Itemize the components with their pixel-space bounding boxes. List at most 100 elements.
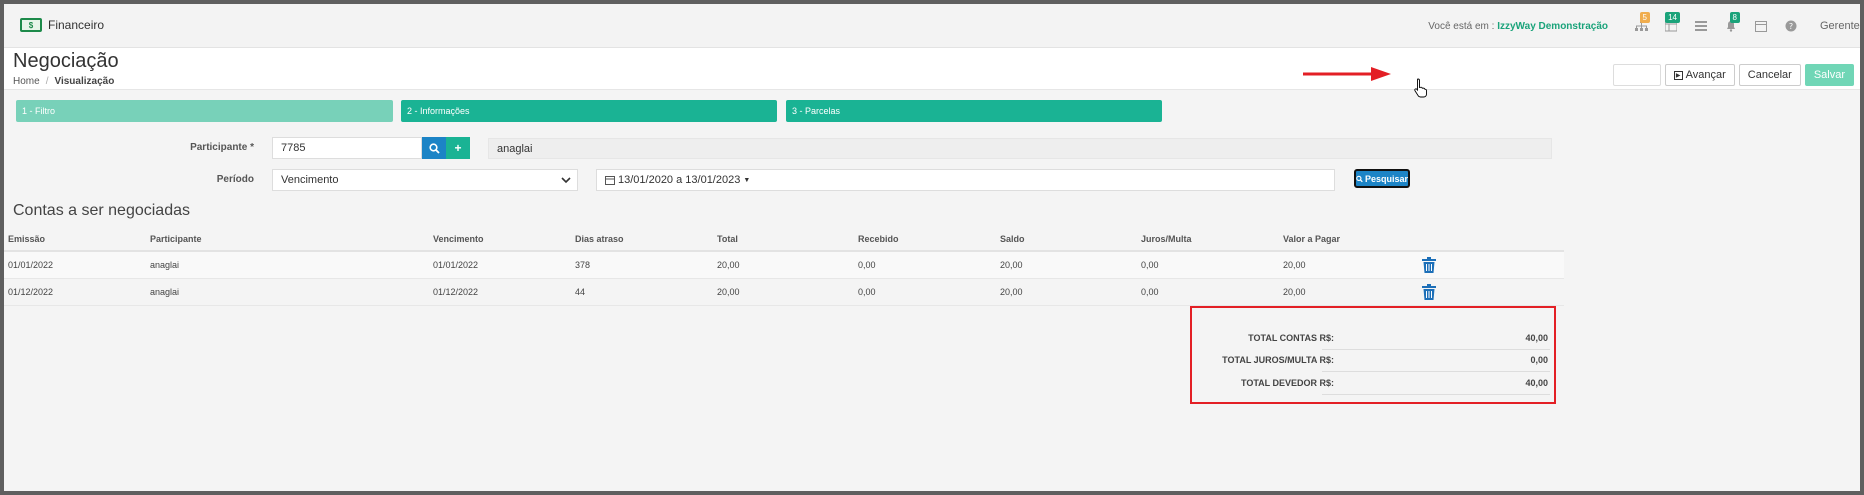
pesquisar-label: Pesquisar [1364, 173, 1408, 184]
play-icon: ▶ [1673, 70, 1683, 80]
cell-vencimento: 01/12/2022 [433, 287, 479, 297]
page-actions: ▶ Avançar Cancelar Salvar [1612, 64, 1854, 86]
page-title: Negociação [13, 50, 119, 72]
back-button[interactable] [1612, 64, 1661, 86]
company-name[interactable]: IzzyWay Demonstração [1497, 21, 1608, 32]
app-name: Financeiro [48, 18, 105, 32]
table-row: 01/12/2022 anaglai 01/12/2022 44 20,00 0… [4, 279, 1564, 306]
total-devedor-value: 40,00 [1525, 378, 1548, 388]
save-button[interactable]: Salvar [1804, 64, 1854, 86]
list-icon[interactable] [1686, 4, 1716, 48]
search-icon [428, 142, 440, 154]
advance-button[interactable]: ▶ Avançar [1664, 64, 1735, 86]
breadcrumb-separator: / [45, 76, 49, 87]
annotation-arrow-icon [1303, 67, 1391, 81]
cell-total: 20,00 [717, 287, 740, 297]
cell-saldo: 20,00 [1000, 260, 1023, 270]
column-header[interactable]: Total [717, 228, 738, 250]
column-header[interactable]: Saldo [1000, 228, 1025, 250]
total-contas-row: TOTAL CONTAS R$: 40,00 [1192, 328, 1554, 350]
org-badge: 5 [1639, 12, 1650, 23]
period-select[interactable]: Vencimento [272, 169, 578, 191]
cell-valor-a-pagar: 20,00 [1283, 260, 1306, 270]
column-header[interactable]: Emissão [8, 228, 45, 250]
step-informacoes[interactable]: 2 - Informações [401, 100, 777, 122]
cell-vencimento: 01/01/2022 [433, 260, 479, 270]
calendar-icon [605, 176, 615, 185]
breadcrumb: Home / Visualização [13, 76, 114, 87]
step-filtro[interactable]: 1 - Filtro [16, 100, 393, 122]
total-juros-value: 0,00 [1530, 355, 1548, 365]
cell-recebido: 0,00 [858, 260, 876, 270]
breadcrumb-current: Visualização [54, 76, 115, 87]
accounts-table: Emissão Participante Vencimento Dias atr… [4, 228, 1564, 306]
period-select-value: Vencimento [281, 174, 339, 186]
pesquisar-button[interactable]: Pesquisar [1354, 169, 1410, 188]
divider [1322, 371, 1550, 372]
column-header[interactable]: Recebido [858, 228, 899, 250]
cell-dias-atraso: 378 [575, 260, 591, 270]
svg-text:?: ? [1789, 22, 1793, 31]
table-header: Emissão Participante Vencimento Dias atr… [4, 228, 1564, 252]
cell-recebido: 0,00 [858, 287, 876, 297]
page-header: Negociação Home / Visualização ▶ Avançar C… [4, 48, 1860, 90]
period-label: Período [216, 174, 254, 185]
cell-saldo: 20,00 [1000, 287, 1023, 297]
cell-valor-a-pagar: 20,00 [1283, 287, 1306, 297]
total-juros-label: TOTAL JUROS/MULTA R$: [1222, 355, 1334, 365]
cancel-button[interactable]: Cancelar [1738, 64, 1801, 86]
user-menu[interactable]: Gerente [1820, 20, 1860, 32]
cell-emissao: 01/12/2022 [8, 287, 54, 297]
sitemap-icon[interactable]: 5 [1626, 4, 1656, 48]
divider [1322, 394, 1550, 395]
column-header[interactable]: Valor a Pagar [1283, 228, 1340, 250]
date-range-picker[interactable]: 13/01/2020 a 13/01/2023 ▼ [596, 169, 1335, 191]
caret-down-icon: ▼ [743, 176, 751, 184]
participant-name-field: anaglai [488, 138, 1552, 159]
cell-juros-multa: 0,00 [1141, 260, 1159, 270]
plus-icon: + [454, 141, 462, 155]
column-header[interactable]: Dias atraso [575, 228, 624, 250]
current-company: Você está em : IzzyWay Demonstração [1428, 21, 1608, 32]
cell-total: 20,00 [717, 260, 740, 270]
help-icon[interactable]: ? [1776, 4, 1806, 48]
date-range-value: 13/01/2020 a 13/01/2023 [618, 174, 741, 186]
column-header[interactable]: Vencimento [433, 228, 484, 250]
totals-panel: TOTAL CONTAS R$: 40,00 TOTAL JUROS/MULTA… [1190, 306, 1556, 404]
search-participant-button[interactable] [422, 137, 446, 159]
total-devedor-row: TOTAL DEVEDOR R$: 40,00 [1192, 373, 1554, 395]
total-devedor-label: TOTAL DEVEDOR R$: [1240, 378, 1334, 388]
step-parcelas[interactable]: 3 - Parcelas [786, 100, 1162, 122]
total-contas-value: 40,00 [1525, 333, 1548, 343]
advance-label: Avançar [1685, 69, 1726, 81]
tasks-badge: 14 [1665, 12, 1680, 23]
section-title: Contas a ser negociadas [13, 202, 190, 219]
column-header[interactable]: Juros/Multa [1141, 228, 1192, 250]
trash-icon[interactable] [1422, 284, 1436, 300]
search-icon [1356, 175, 1363, 182]
cell-participante: anaglai [150, 287, 180, 297]
tasks-icon[interactable]: 14 [1656, 4, 1686, 48]
notifications-badge: 8 [1729, 12, 1740, 23]
hand-cursor-icon [1414, 78, 1427, 98]
app-window: $ Financeiro Você está em : IzzyWay Demo… [4, 4, 1860, 491]
brand[interactable]: $ Financeiro [20, 18, 104, 32]
calendar-icon[interactable] [1746, 4, 1776, 48]
cell-participante: anaglai [150, 260, 180, 270]
bell-icon[interactable]: 8 [1716, 4, 1746, 48]
money-icon: $ [20, 18, 42, 32]
cell-emissao: 01/01/2022 [8, 260, 54, 270]
trash-icon[interactable] [1422, 257, 1436, 273]
participant-code-input[interactable]: 7785 [272, 137, 422, 159]
add-participant-button[interactable]: + [446, 137, 470, 159]
top-navbar: $ Financeiro Você está em : IzzyWay Demo… [4, 4, 1860, 48]
column-header[interactable]: Participante [150, 228, 202, 250]
company-prefix: Você está em : [1428, 20, 1495, 32]
participant-label: Participante * [190, 142, 254, 153]
table-row: 01/01/2022 anaglai 01/01/2022 378 20,00 … [4, 252, 1564, 279]
cell-dias-atraso: 44 [575, 287, 586, 297]
breadcrumb-home[interactable]: Home [13, 76, 40, 87]
cell-juros-multa: 0,00 [1141, 287, 1159, 297]
chevron-down-icon [561, 177, 571, 184]
total-contas-label: TOTAL CONTAS R$: [1248, 333, 1334, 343]
